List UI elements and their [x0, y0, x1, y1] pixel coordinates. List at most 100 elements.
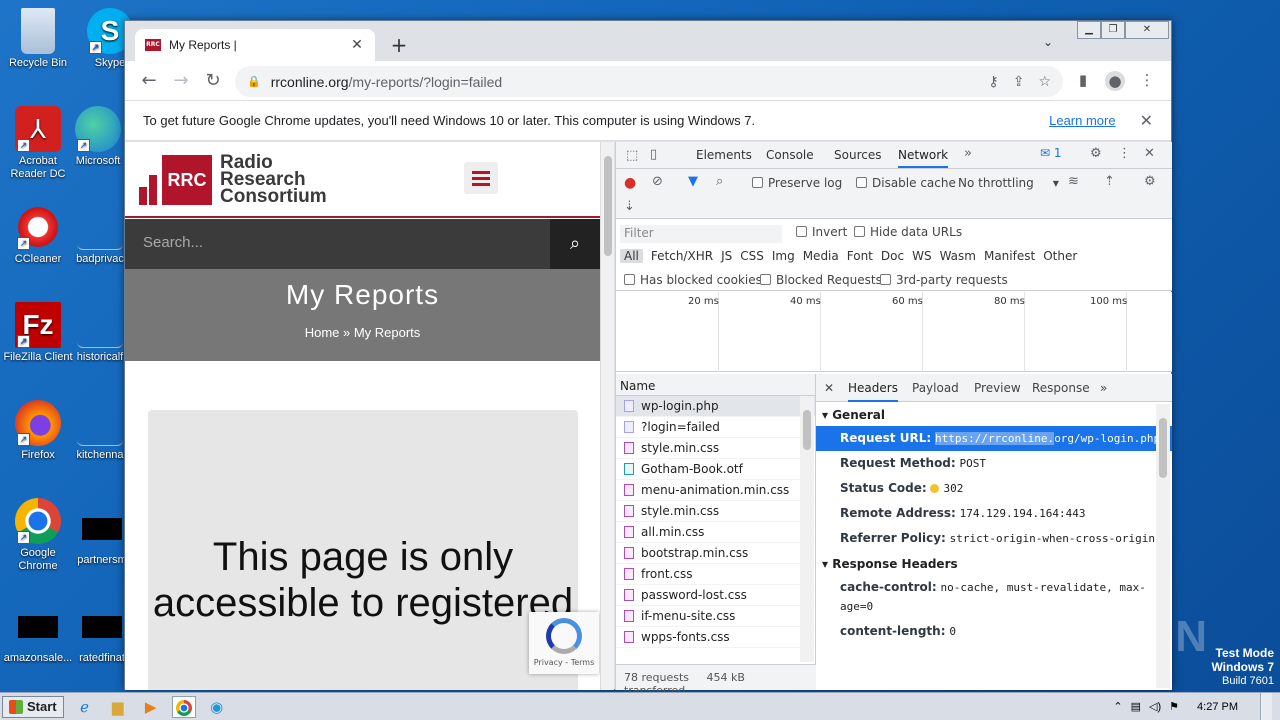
minimize-window-icon[interactable]: ▁ — [1077, 21, 1101, 39]
tab-sources[interactable]: Sources — [834, 148, 881, 162]
tab-response[interactable]: Response — [1032, 381, 1090, 395]
request-row[interactable]: all.min.css — [616, 522, 815, 543]
close-tab-icon[interactable]: ✕ — [349, 37, 365, 53]
network-timeline[interactable]: 20 ms 40 ms 60 ms 80 ms 100 ms — [616, 292, 1172, 372]
start-button[interactable]: Start — [2, 695, 64, 718]
devtools-menu-icon[interactable]: ⋮ — [1118, 146, 1131, 161]
volume-tray-icon[interactable]: ◁) — [1149, 700, 1161, 713]
tab-search-chevron-icon[interactable]: ⌄ — [1043, 35, 1053, 49]
close-details-icon[interactable]: ✕ — [824, 381, 834, 395]
learn-more-link[interactable]: Learn more — [1049, 113, 1115, 128]
type-filter-js[interactable]: JS — [721, 249, 732, 263]
request-row[interactable]: style.min.css — [616, 501, 815, 522]
lock-icon[interactable]: 🔒 — [247, 75, 261, 88]
tab-preview[interactable]: Preview — [974, 381, 1021, 395]
close-infobar-icon[interactable]: ✕ — [1140, 111, 1153, 131]
settings-gear-icon[interactable]: ⚙ — [1090, 146, 1102, 161]
request-row[interactable]: Gotham-Book.otf — [616, 459, 815, 480]
chrome-taskbar-icon[interactable] — [171, 695, 196, 718]
request-row[interactable]: wp-login.php — [616, 396, 815, 417]
details-scrollbar[interactable] — [1156, 404, 1170, 688]
record-icon[interactable]: ● — [624, 175, 636, 191]
tab-console[interactable]: Console — [766, 148, 814, 162]
response-headers-section-header[interactable]: ▾ Response Headers — [816, 551, 1172, 575]
bookmark-star-icon[interactable]: ☆ — [1038, 74, 1051, 90]
request-row[interactable]: wpps-fonts.css — [616, 627, 815, 648]
more-tabs-chevron-icon[interactable]: » — [964, 146, 972, 161]
profile-avatar-icon[interactable]: ● — [1105, 71, 1125, 91]
clear-icon[interactable]: ⊘ — [652, 174, 663, 189]
issues-badge[interactable]: ✉ 1 — [1040, 146, 1062, 160]
request-row[interactable]: bootstrap.min.css — [616, 543, 815, 564]
password-key-icon[interactable]: ⚷ — [988, 74, 998, 90]
third-party-checkbox[interactable]: 3rd-party requests — [880, 273, 1008, 287]
import-har-icon[interactable]: ⇡ — [1104, 174, 1115, 189]
new-tab-icon[interactable]: + — [387, 33, 411, 57]
maximize-window-icon[interactable]: ❐ — [1101, 21, 1125, 39]
request-row[interactable]: menu-animation.min.css — [616, 480, 815, 501]
request-row[interactable]: password-lost.css — [616, 585, 815, 606]
type-filter-all[interactable]: All — [620, 249, 643, 263]
forward-arrow-icon[interactable]: → — [169, 69, 193, 93]
throttling-select[interactable]: No throttling ▾ — [958, 176, 1059, 190]
show-desktop-button[interactable] — [1260, 693, 1272, 720]
rrc-logo[interactable]: RRC Radio Research Consortium — [139, 153, 327, 206]
filter-input[interactable]: Filter — [620, 225, 782, 243]
tray-expand-icon[interactable]: ⌃ — [1113, 700, 1122, 713]
clock[interactable]: 4:27 PM — [1197, 701, 1238, 713]
browser-tab[interactable]: RRC My Reports | ✕ — [135, 29, 375, 61]
type-filter-css[interactable]: CSS — [740, 249, 764, 263]
page-scrollbar[interactable] — [600, 142, 614, 690]
inspect-element-icon[interactable]: ⬚ — [626, 148, 638, 163]
back-arrow-icon[interactable]: ← — [137, 69, 161, 93]
type-filter-manifest[interactable]: Manifest — [984, 249, 1035, 263]
more-detail-tabs-icon[interactable]: » — [1100, 381, 1107, 395]
media-player-icon[interactable]: ▶ — [139, 696, 163, 718]
preserve-log-checkbox[interactable]: Preserve log — [752, 176, 842, 190]
close-devtools-icon[interactable]: ✕ — [1144, 146, 1155, 161]
type-filter-ws[interactable]: WS — [912, 249, 931, 263]
general-section-header[interactable]: ▾ General — [816, 402, 1172, 426]
name-column-header[interactable]: Name — [616, 374, 815, 396]
hide-data-urls-checkbox[interactable]: Hide data URLs — [854, 225, 962, 239]
blocked-requests-checkbox[interactable]: Blocked Requests — [760, 273, 882, 287]
edge-taskbar-icon[interactable]: ◉ — [205, 696, 229, 718]
type-filter-other[interactable]: Other — [1043, 249, 1077, 263]
request-row[interactable]: style.min.css — [616, 438, 815, 459]
chrome-menu-icon[interactable]: ⋮ — [1137, 71, 1157, 89]
invert-checkbox[interactable]: Invert — [796, 225, 847, 239]
device-toolbar-icon[interactable]: ▯ — [650, 147, 657, 162]
type-filter-wasm[interactable]: Wasm — [940, 249, 976, 263]
site-search-input[interactable]: Search... — [143, 234, 203, 251]
network-settings-icon[interactable]: ⚙ — [1144, 174, 1156, 189]
type-filter-font[interactable]: Font — [847, 249, 873, 263]
disable-cache-checkbox[interactable]: Disable cache — [856, 176, 956, 190]
recaptcha-badge[interactable]: Privacy - Terms — [529, 612, 599, 674]
breadcrumb[interactable]: Home » My Reports — [125, 325, 600, 340]
type-filter-img[interactable]: Img — [772, 249, 795, 263]
filter-funnel-icon[interactable]: ▼ — [688, 174, 698, 189]
side-panel-icon[interactable]: ▮ — [1073, 71, 1093, 89]
export-har-icon[interactable]: ⇣ — [624, 199, 635, 214]
tab-headers[interactable]: Headers — [848, 381, 898, 402]
ie-icon[interactable]: ℯ — [73, 696, 97, 718]
network-conditions-icon[interactable]: ≋ — [1068, 174, 1079, 189]
request-row[interactable]: front.css — [616, 564, 815, 585]
explorer-folder-icon[interactable]: ▆ — [106, 696, 130, 718]
search-icon[interactable]: ⌕ — [550, 219, 600, 269]
type-filter-doc[interactable]: Doc — [881, 249, 904, 263]
close-window-icon[interactable]: ✕ — [1125, 21, 1169, 39]
request-list-scrollbar[interactable] — [800, 396, 814, 662]
tab-network[interactable]: Network — [898, 148, 949, 168]
request-url-row[interactable]: Request URL: https://rrconline.org/wp-lo… — [816, 426, 1172, 451]
reload-icon[interactable]: ↻ — [201, 69, 225, 93]
type-filter-fetch[interactable]: Fetch/XHR — [651, 249, 713, 263]
address-bar[interactable]: 🔒 rrconline.org/my-reports/?login=failed… — [235, 66, 1063, 97]
type-filter-media[interactable]: Media — [803, 249, 839, 263]
tab-elements[interactable]: Elements — [696, 148, 752, 162]
share-icon[interactable]: ⇪ — [1013, 74, 1025, 90]
request-row[interactable]: ?login=failed — [616, 417, 815, 438]
request-row[interactable]: if-menu-site.css — [616, 606, 815, 627]
blocked-cookies-checkbox[interactable]: Has blocked cookies — [624, 273, 762, 287]
hamburger-menu-icon[interactable] — [464, 162, 498, 194]
